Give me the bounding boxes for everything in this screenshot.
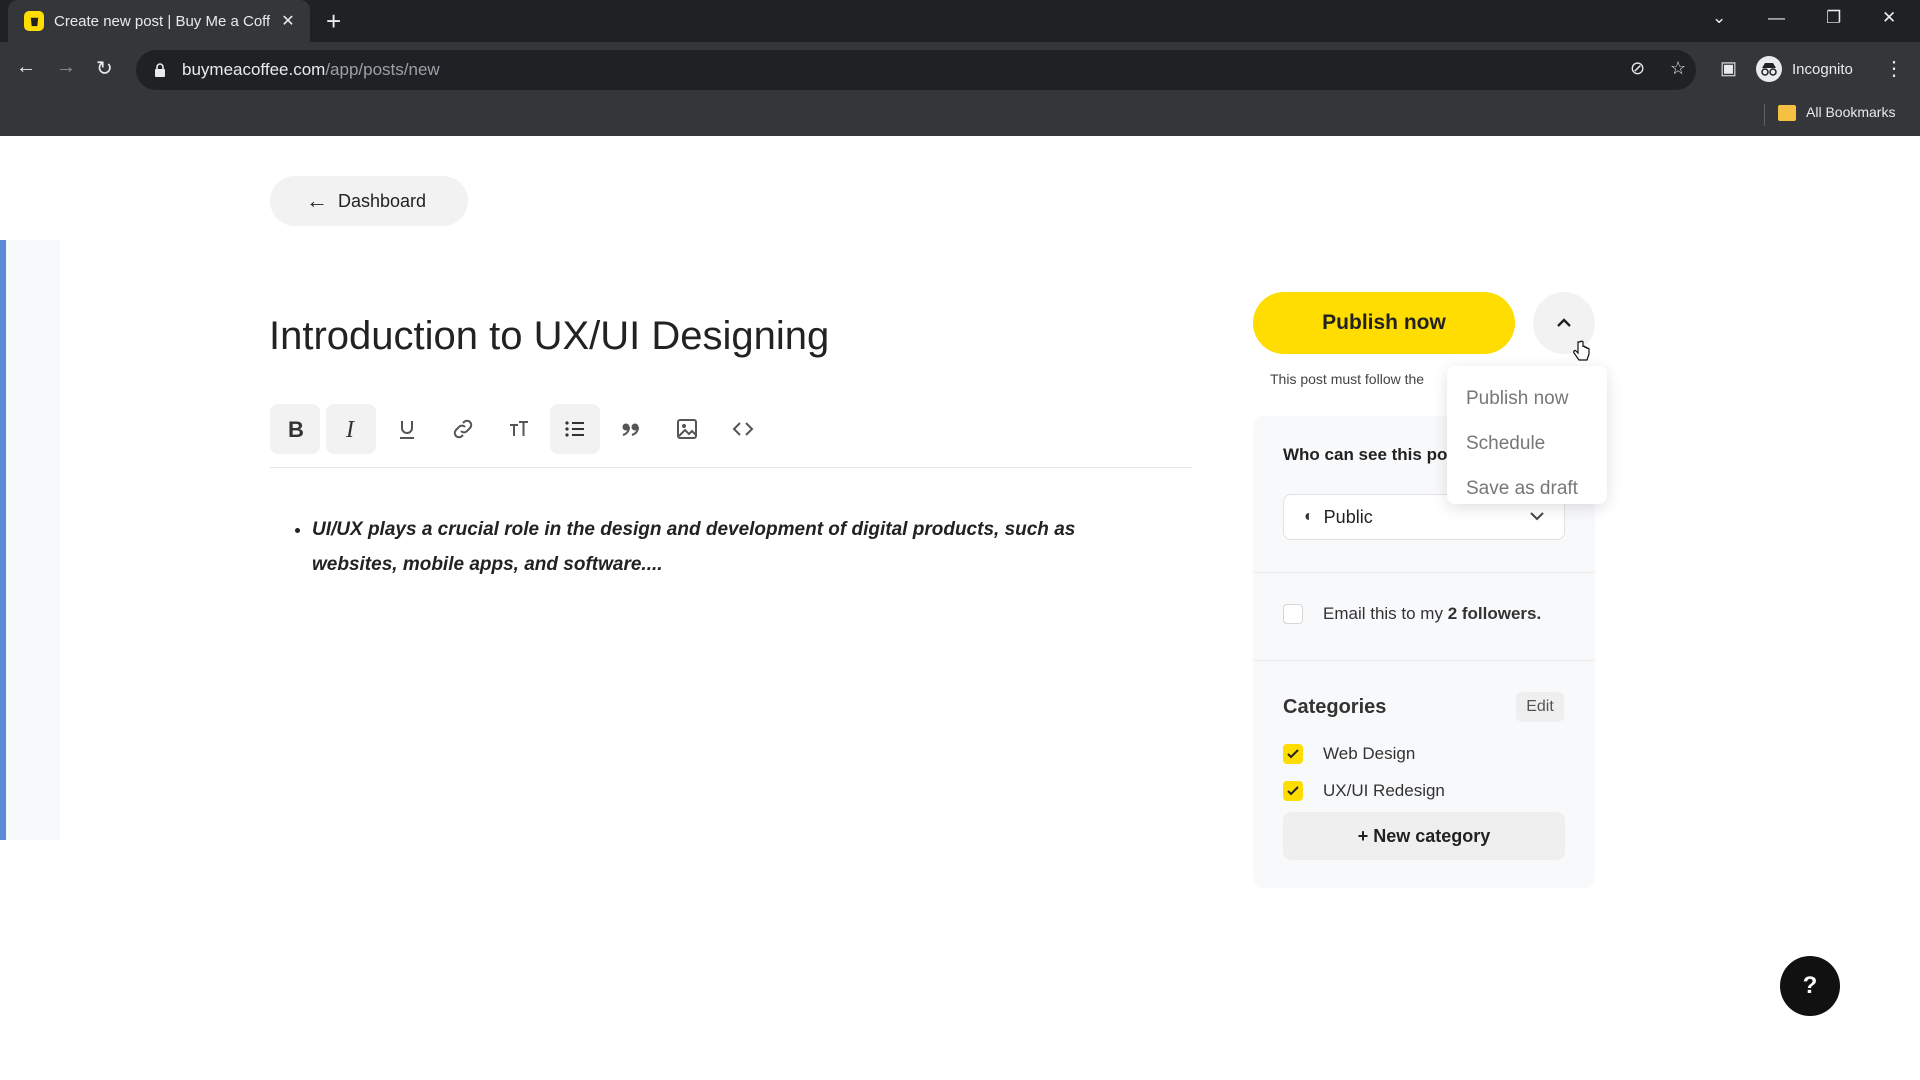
- url-path: /app/posts/new: [325, 60, 440, 79]
- code-icon: [732, 422, 754, 436]
- category-checkbox[interactable]: [1283, 781, 1303, 801]
- category-checkbox[interactable]: [1283, 744, 1303, 764]
- post-title-input[interactable]: Introduction to UX/UI Designing: [269, 314, 829, 359]
- body-bullet-item: UI/UX plays a crucial role in the design…: [312, 512, 1130, 582]
- profile-label: Incognito: [1792, 60, 1853, 78]
- bullet-list-icon: [565, 421, 584, 437]
- post-body-editor[interactable]: UI/UX plays a crucial role in the design…: [270, 512, 1130, 582]
- reload-icon[interactable]: ↻: [96, 56, 113, 81]
- back-arrow-icon[interactable]: ←: [16, 56, 36, 79]
- browser-tab[interactable]: Create new post | Buy Me a Coffee ✕: [8, 0, 310, 42]
- bookmark-star-icon[interactable]: ☆: [1670, 58, 1686, 79]
- menu-item-publish-now[interactable]: Publish now: [1447, 376, 1607, 421]
- url-host: buymeacoffee.com: [182, 60, 326, 79]
- follow-note: This post must follow the: [1270, 371, 1425, 387]
- menu-item-schedule[interactable]: Schedule: [1447, 421, 1607, 466]
- lock-icon: [155, 63, 165, 77]
- side-panel-icon[interactable]: ▣: [1720, 58, 1737, 79]
- text-size-button[interactable]: [494, 404, 544, 454]
- new-category-button[interactable]: + New category: [1283, 812, 1565, 860]
- eye-off-icon[interactable]: ⊘: [1630, 58, 1645, 79]
- tab-close-icon[interactable]: ✕: [278, 11, 298, 31]
- link-button[interactable]: [438, 404, 488, 454]
- followers-count: 2 followers.: [1447, 604, 1542, 623]
- image-icon: [677, 419, 697, 439]
- categories-title: Categories: [1283, 696, 1387, 718]
- hand-cursor-icon: [1573, 340, 1590, 361]
- category-label: UX/UI Redesign: [1323, 781, 1445, 800]
- dashboard-back-button[interactable]: ← Dashboard: [270, 176, 468, 226]
- globe-icon: ◐: [1304, 508, 1314, 525]
- bookmarks-bar: [0, 96, 1920, 136]
- close-window-icon[interactable]: ✕: [1882, 8, 1896, 28]
- incognito-profile[interactable]: Incognito: [1756, 53, 1853, 85]
- check-icon: [1287, 786, 1299, 796]
- tab-search-icon[interactable]: ⌄: [1712, 8, 1726, 28]
- email-followers-checkbox[interactable]: [1283, 604, 1303, 624]
- dashboard-label: Dashboard: [338, 190, 427, 211]
- underline-icon: [400, 421, 414, 439]
- quote-icon: [622, 423, 639, 436]
- editor-toolbar: B I: [270, 404, 1192, 468]
- bookmarks-divider: [1764, 104, 1765, 126]
- tab-title: Create new post | Buy Me a Coffee: [54, 12, 270, 30]
- card-divider: [1253, 660, 1595, 661]
- check-icon: [1287, 749, 1299, 759]
- visibility-value: Public: [1323, 506, 1373, 527]
- svg-text:B: B: [288, 417, 304, 441]
- chevron-up-icon: [1557, 318, 1571, 327]
- categories-edit-button[interactable]: Edit: [1516, 692, 1564, 722]
- incognito-icon: [1756, 56, 1782, 82]
- bullet-list-button[interactable]: [550, 404, 600, 454]
- italic-icon: I: [345, 417, 355, 441]
- minimize-icon[interactable]: —: [1768, 8, 1785, 28]
- italic-button[interactable]: I: [326, 404, 376, 454]
- text-size-icon: [510, 421, 528, 436]
- forward-arrow-icon[interactable]: →: [56, 56, 76, 79]
- image-button[interactable]: [662, 404, 712, 454]
- email-followers-label: Email this to my 2 followers.: [1323, 604, 1541, 624]
- link-icon: [453, 419, 473, 439]
- coffee-cup-icon: [24, 11, 44, 31]
- menu-kebab-icon[interactable]: ⋮: [1884, 56, 1904, 81]
- category-label: Web Design: [1323, 744, 1416, 763]
- bold-button[interactable]: B: [270, 404, 320, 454]
- arrow-left-icon: ←: [306, 188, 328, 213]
- who-can-see-label: Who can see this po: [1283, 445, 1448, 464]
- category-row[interactable]: Web Design: [1283, 744, 1415, 764]
- underline-button[interactable]: [382, 404, 432, 454]
- quote-button[interactable]: [606, 404, 656, 454]
- bold-icon: B: [288, 417, 304, 441]
- code-button[interactable]: [718, 404, 768, 454]
- publish-now-button[interactable]: Publish now: [1253, 292, 1515, 354]
- folder-icon: [1778, 105, 1796, 121]
- restore-icon[interactable]: ❐: [1826, 8, 1841, 28]
- category-row[interactable]: UX/UI Redesign: [1283, 781, 1445, 801]
- left-shade: [6, 240, 60, 840]
- publish-options-menu: Publish now Schedule Save as draft: [1447, 366, 1607, 504]
- all-bookmarks-link[interactable]: All Bookmarks: [1806, 104, 1895, 120]
- email-prefix: Email this to my: [1323, 604, 1448, 623]
- svg-text:I: I: [345, 417, 355, 441]
- menu-item-save-draft[interactable]: Save as draft: [1447, 466, 1607, 511]
- email-followers-row[interactable]: Email this to my 2 followers.: [1283, 604, 1541, 624]
- help-button[interactable]: ?: [1780, 956, 1840, 1016]
- address-bar[interactable]: buymeacoffee.com/app/posts/new: [136, 50, 1696, 90]
- card-divider: [1253, 572, 1595, 573]
- new-tab-icon[interactable]: +: [326, 8, 341, 34]
